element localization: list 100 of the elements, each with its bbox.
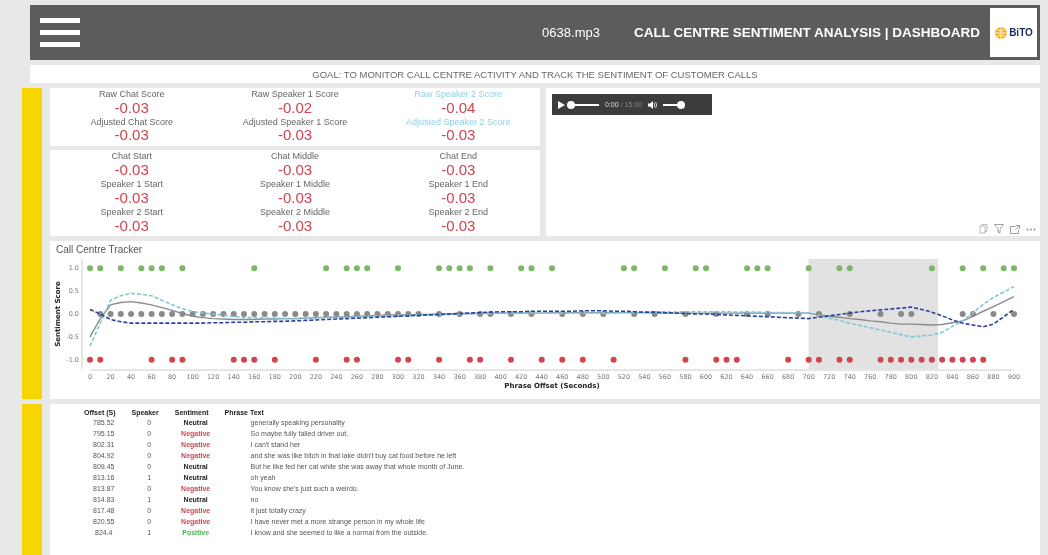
data-point xyxy=(456,265,463,272)
data-point xyxy=(507,356,514,363)
data-point xyxy=(189,311,196,317)
data-point xyxy=(158,311,165,317)
metric-value: -0.03 xyxy=(277,217,313,234)
volume-thumb[interactable] xyxy=(677,100,686,109)
data-point xyxy=(343,311,350,317)
data-point xyxy=(1000,265,1007,272)
data-point xyxy=(744,311,751,317)
data-point xyxy=(487,311,494,317)
data-point xyxy=(97,265,104,272)
data-point xyxy=(908,311,915,317)
metric-label: Raw Speaker 1 Score xyxy=(251,90,339,100)
volume-icon[interactable] xyxy=(648,100,658,109)
data-point xyxy=(436,265,443,272)
data-point xyxy=(323,265,330,272)
data-point xyxy=(353,265,360,272)
data-point xyxy=(477,356,484,363)
data-point xyxy=(87,265,93,272)
data-point xyxy=(446,265,453,272)
data-point xyxy=(528,265,535,272)
data-point xyxy=(815,356,822,363)
data-point xyxy=(764,265,771,272)
chart-title: Call Centre Tracker xyxy=(56,244,143,255)
data-point xyxy=(682,356,689,363)
data-point xyxy=(538,356,545,363)
metric-label: Speaker 1 Middle xyxy=(259,180,330,190)
data-point xyxy=(97,356,104,363)
metric-label: Speaker 2 Start xyxy=(100,208,163,218)
data-point xyxy=(959,265,966,272)
data-point xyxy=(723,356,730,363)
data-point xyxy=(97,311,104,317)
data-point xyxy=(733,356,740,363)
data-point xyxy=(343,265,350,272)
data-point xyxy=(230,311,237,317)
data-point xyxy=(107,311,114,317)
data-point xyxy=(169,356,176,363)
data-point xyxy=(620,265,627,272)
metric-label: Raw Chat Score xyxy=(98,90,165,100)
data-point xyxy=(1011,265,1017,272)
data-point xyxy=(692,265,699,272)
metric-value: -0.03 xyxy=(114,161,149,178)
play-icon[interactable] xyxy=(558,100,565,109)
data-point xyxy=(271,311,278,317)
filter-icon[interactable] xyxy=(994,224,1004,234)
data-point xyxy=(128,311,135,317)
data-point xyxy=(631,311,638,317)
data-point xyxy=(795,311,802,317)
data-point xyxy=(939,356,946,363)
globe-icon xyxy=(994,25,1009,40)
data-point xyxy=(333,311,340,317)
data-point xyxy=(384,311,391,317)
data-point xyxy=(682,311,689,317)
data-point xyxy=(744,265,751,272)
data-point xyxy=(887,356,894,363)
progress-thumb[interactable] xyxy=(567,100,575,109)
data-point xyxy=(1011,311,1017,317)
metric-label: Chat Middle xyxy=(270,152,319,162)
data-point xyxy=(928,356,935,363)
more-icon[interactable] xyxy=(1026,227,1036,231)
data-point xyxy=(405,356,412,363)
data-point xyxy=(292,311,299,317)
volume-track[interactable] xyxy=(663,103,682,106)
data-point xyxy=(241,356,247,363)
data-point xyxy=(579,311,586,317)
data-point xyxy=(877,311,884,317)
menu-icon[interactable] xyxy=(40,17,80,48)
metric-value: -0.03 xyxy=(441,189,476,206)
data-point xyxy=(959,311,966,317)
data-point xyxy=(528,311,535,317)
metric-label: Adjusted Speaker 2 Score xyxy=(406,118,511,128)
data-point xyxy=(343,356,350,363)
metric-value: -0.03 xyxy=(441,161,476,178)
metric-value: -0.04 xyxy=(441,99,476,116)
data-point xyxy=(179,311,186,317)
data-point xyxy=(220,311,227,317)
data-point xyxy=(436,356,443,363)
data-point xyxy=(466,356,473,363)
data-point xyxy=(959,356,966,363)
data-point xyxy=(764,311,771,317)
data-point xyxy=(395,265,401,272)
data-point xyxy=(487,265,494,272)
data-point xyxy=(785,356,792,363)
data-point xyxy=(836,265,843,272)
metric-value: -0.03 xyxy=(114,189,149,206)
expand-icon[interactable] xyxy=(1010,224,1020,234)
metric-value: -0.03 xyxy=(441,217,476,234)
metric-label: Raw Speaker 2 Score xyxy=(414,90,503,100)
data-point xyxy=(148,356,155,363)
data-point xyxy=(374,311,381,317)
data-point xyxy=(990,311,997,317)
data-point xyxy=(559,356,566,363)
metric-value: -0.03 xyxy=(114,217,149,234)
data-point xyxy=(210,311,217,317)
metric-value: -0.03 xyxy=(277,127,313,144)
data-point xyxy=(138,311,145,317)
data-point xyxy=(395,356,401,363)
data-point xyxy=(353,311,360,317)
data-point xyxy=(559,311,566,317)
data-point xyxy=(846,311,853,317)
